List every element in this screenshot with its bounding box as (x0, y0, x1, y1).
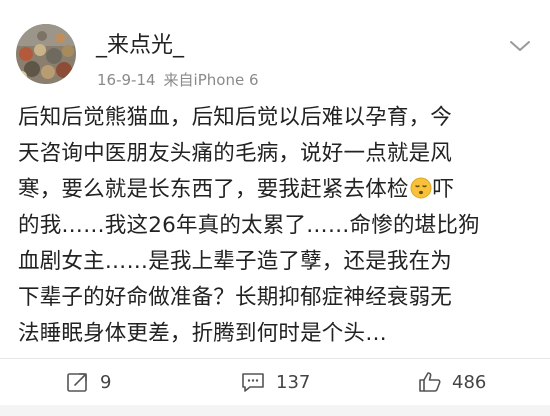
comment-button[interactable]: 137 (240, 359, 310, 405)
post-line: 天咨询中医朋友头痛的毛病，说好一点就是风 (18, 141, 453, 166)
post-line: 法睡眠身体更差，折腾到何时是个头… (18, 321, 387, 346)
like-count: 486 (452, 371, 487, 393)
post-line: 的我……我这26年真的太累了……命惨的堪比狗 (18, 213, 480, 238)
sad-face-emoji-icon (410, 177, 432, 199)
avatar[interactable] (16, 24, 76, 84)
chevron-down-icon[interactable] (508, 38, 532, 54)
post-line: 下辈子的好命做准备？长期抑郁症神经衰弱无 (18, 285, 453, 310)
post-line: 寒，要么就是长东西了，要我赶紧去体检吓 (18, 172, 538, 208)
repost-button[interactable]: 9 (66, 359, 111, 405)
post-line: 血剧女主……是我上辈子造了孽，还是我在为 (18, 249, 453, 274)
comment-count: 137 (276, 371, 311, 393)
post-meta: 16-9-14 来自iPhone 6 (97, 70, 259, 90)
feed-gap (0, 405, 550, 416)
comment-icon (242, 373, 264, 392)
post-body: 后知后觉熊猫血，后知后觉以后难以孕育，今 天咨询中医朋友头痛的毛病，说好一点就是… (18, 100, 538, 352)
username[interactable]: _来点光_ (96, 32, 184, 60)
thumbs-up-icon (419, 372, 441, 392)
weibo-post-card: _来点光_ 16-9-14 来自iPhone 6 后知后觉熊猫血，后知后觉以后难以… (0, 0, 550, 358)
repost-count: 9 (100, 371, 112, 393)
avatar-photo (16, 24, 76, 84)
post-line: 后知后觉熊猫血，后知后觉以后难以孕育，今 (18, 105, 453, 130)
post-source: 来自iPhone 6 (163, 71, 259, 89)
action-bar: 9 137 486 (0, 358, 550, 405)
like-button[interactable]: 486 (418, 359, 486, 405)
post-line-text: 吓 (432, 177, 455, 202)
post-line-text: 寒，要么就是长东西了，要我赶紧去体检 (18, 177, 409, 202)
post-date: 16-9-14 (97, 71, 156, 89)
repost-icon (67, 373, 87, 392)
